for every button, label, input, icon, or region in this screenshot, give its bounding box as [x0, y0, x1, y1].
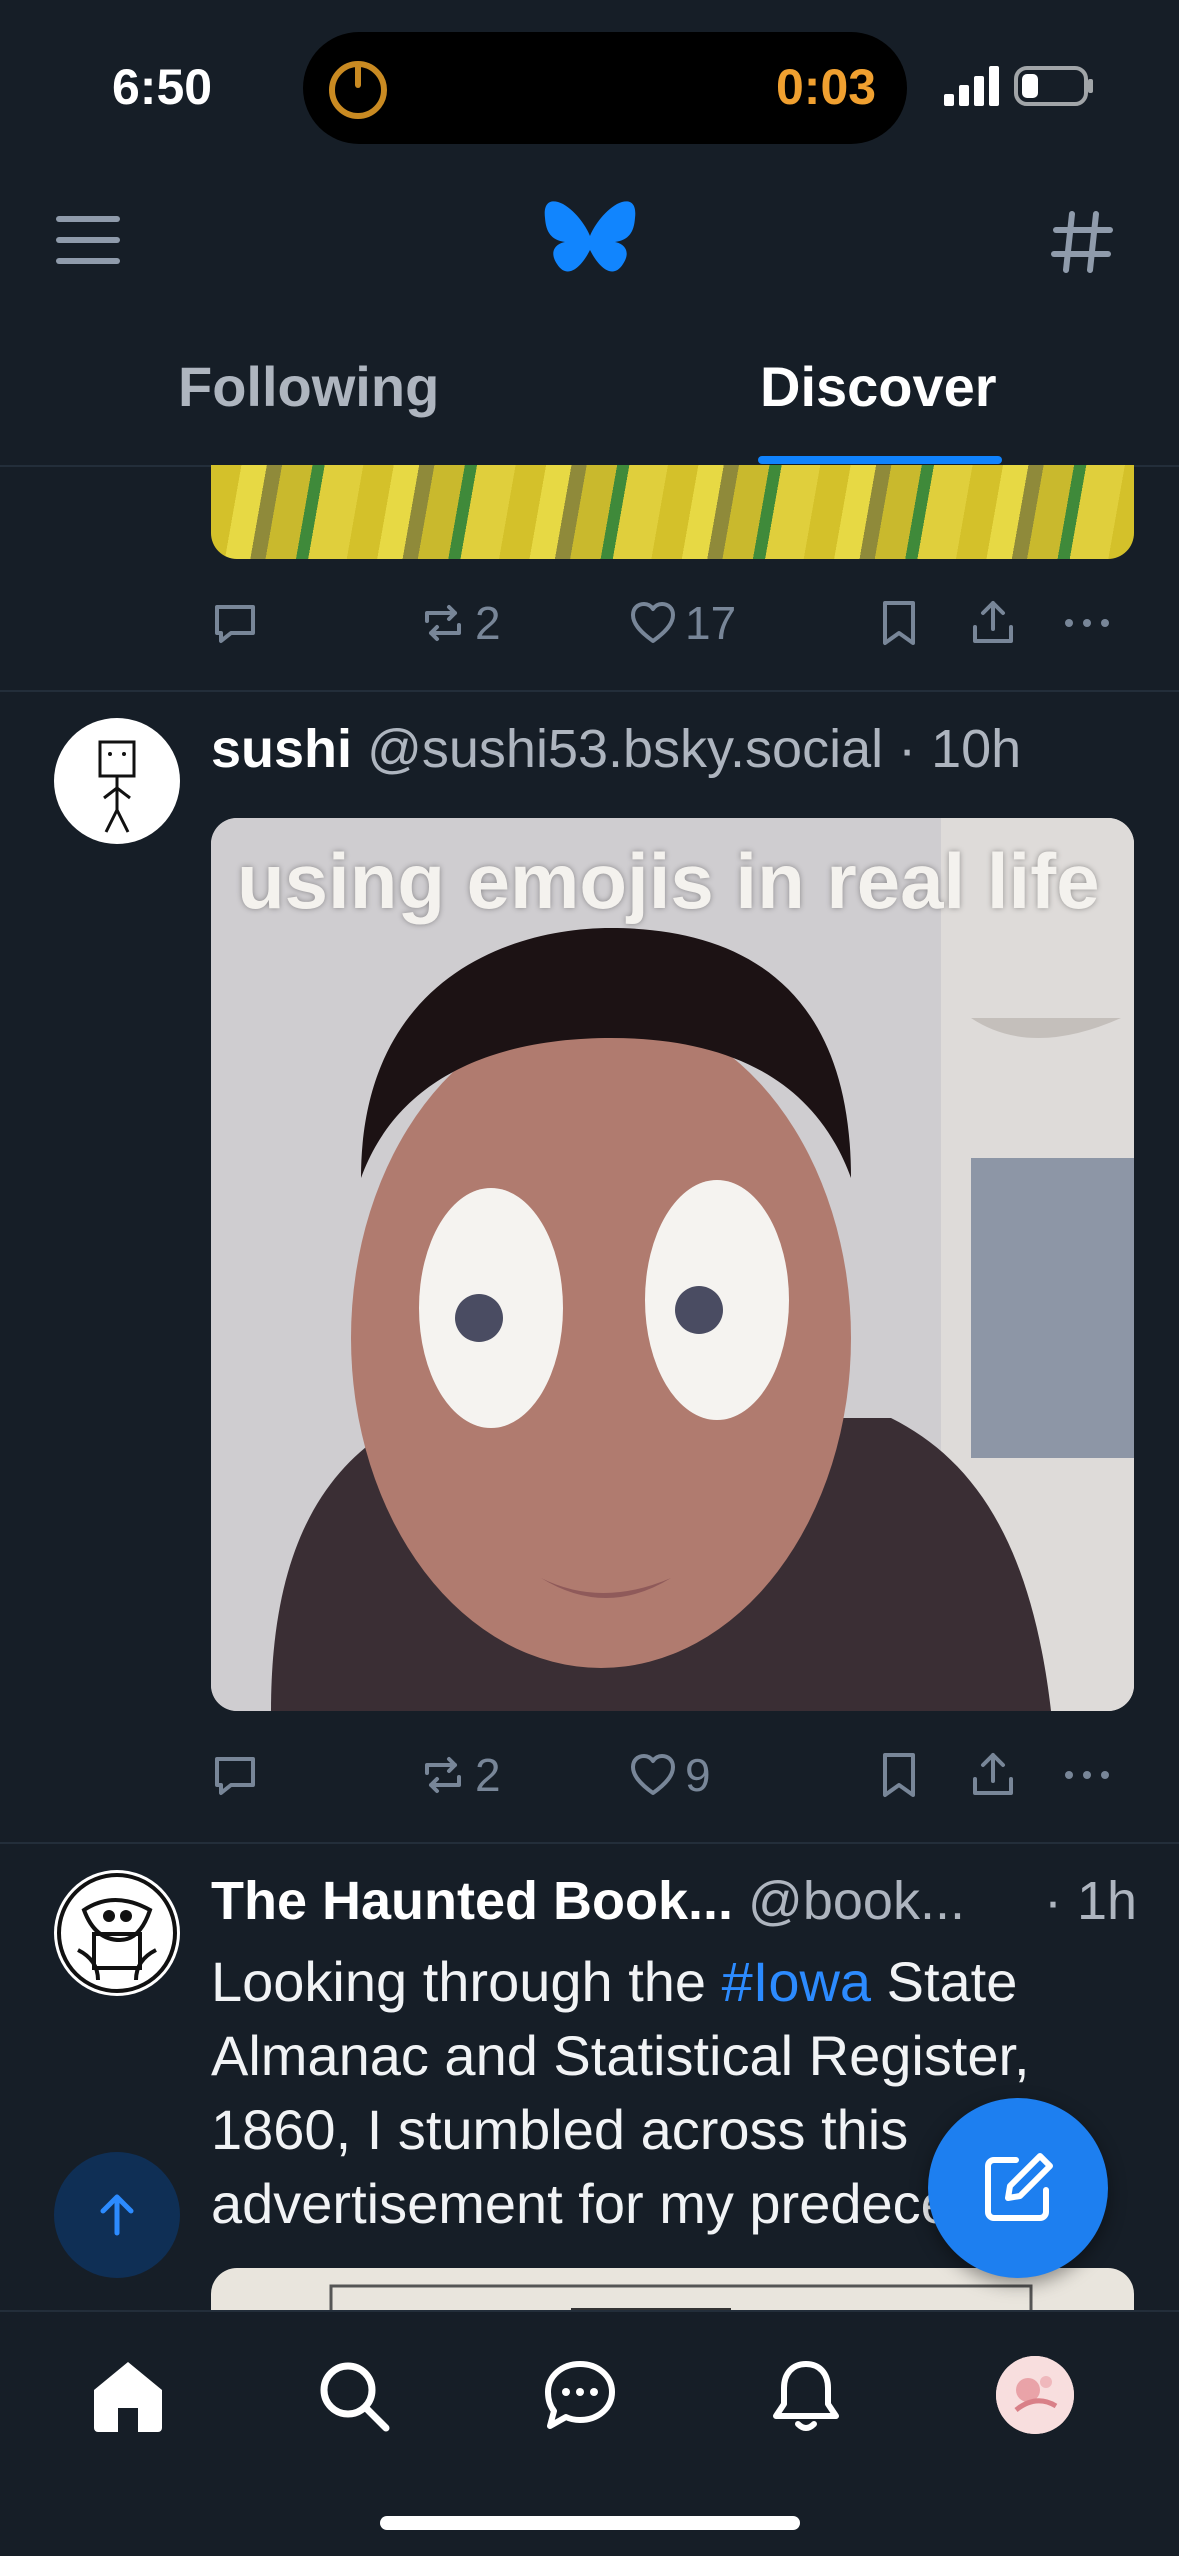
- active-tab-indicator: [758, 456, 1002, 464]
- timer-count: 0:03: [776, 59, 877, 115]
- author-name[interactable]: sushi: [211, 719, 352, 779]
- avatar[interactable]: [54, 1870, 180, 1996]
- heart-icon: [631, 1754, 675, 1795]
- like-button[interactable]: 9: [629, 1740, 711, 1810]
- like-button[interactable]: 17: [629, 588, 736, 658]
- status-time: 6:50: [112, 59, 213, 115]
- post-divider: [0, 1842, 1179, 1844]
- signal-icon: [944, 66, 999, 106]
- image-caption: using emojis in real life: [237, 837, 1100, 925]
- post-image[interactable]: using emojis in real life: [211, 818, 1134, 1711]
- reply-button[interactable]: [211, 1740, 267, 1810]
- profile-avatar[interactable]: [996, 2356, 1074, 2434]
- hashtag-link[interactable]: #Iowa: [722, 1950, 871, 2013]
- post-text-start: Looking through the: [211, 1950, 722, 2013]
- bookmark-button[interactable]: [875, 588, 923, 658]
- menu-icon[interactable]: [56, 212, 120, 268]
- more-icon: [1065, 1771, 1109, 1779]
- reply-icon: [215, 1757, 255, 1795]
- post-actions: 2 9: [211, 1740, 1134, 1810]
- battery-icon: [1014, 66, 1093, 106]
- post-time: · 10h: [898, 719, 1022, 779]
- compose-icon: [985, 2153, 1053, 2221]
- share-icon: [973, 1753, 1013, 1795]
- author-name[interactable]: The Haunted Book...: [211, 1871, 733, 1931]
- stick-figure-avatar-icon: [98, 740, 136, 833]
- butterfly-logo-icon[interactable]: [543, 198, 637, 284]
- post-time: · 1h: [1044, 1871, 1138, 1931]
- like-count: 17: [685, 597, 737, 649]
- like-count: 9: [685, 1749, 711, 1801]
- more-icon: [1065, 619, 1109, 627]
- repost-icon: [425, 605, 461, 641]
- repost-button[interactable]: 2: [419, 588, 501, 658]
- more-button[interactable]: [1063, 1740, 1111, 1810]
- post-image-partial[interactable]: [211, 465, 1134, 559]
- tab-following[interactable]: Following: [178, 354, 439, 419]
- post-actions: 2 17: [211, 588, 1134, 658]
- reply-button[interactable]: [211, 588, 267, 658]
- tab-discover[interactable]: Discover: [760, 354, 997, 419]
- post-divider: [0, 690, 1179, 692]
- repost-count: 2: [475, 1749, 501, 1801]
- notifications-icon[interactable]: [768, 2358, 844, 2434]
- arrow-up-icon: [100, 2194, 134, 2236]
- post-header: sushi @sushi53.bsky.social · 10h: [211, 718, 1021, 780]
- bookmark-icon: [883, 1753, 915, 1797]
- timer-icon: [329, 61, 387, 119]
- profile-avatar-icon: [996, 2356, 1074, 2434]
- share-button[interactable]: [969, 1740, 1017, 1810]
- more-button[interactable]: [1063, 588, 1111, 658]
- heart-icon: [631, 602, 675, 643]
- share-icon: [973, 601, 1013, 643]
- compose-button[interactable]: [928, 2098, 1108, 2278]
- scroll-to-top-button[interactable]: [54, 2152, 180, 2278]
- avatar[interactable]: [54, 718, 180, 844]
- bookmark-button[interactable]: [875, 1740, 923, 1810]
- book-illustration-avatar-icon: [57, 1873, 177, 1993]
- home-icon[interactable]: [90, 2358, 166, 2434]
- author-handle[interactable]: @sushi53.bsky.social: [367, 719, 883, 779]
- repost-count: 2: [475, 597, 501, 649]
- meme-photo: [211, 818, 1134, 1711]
- author-handle[interactable]: @book...: [748, 1871, 965, 1931]
- reply-icon: [215, 605, 255, 643]
- hashtag-icon[interactable]: [1050, 210, 1114, 274]
- home-indicator: [380, 2516, 800, 2530]
- bookmark-icon: [883, 601, 915, 645]
- post-header: The Haunted Book... @book...: [211, 1870, 965, 1932]
- repost-icon: [425, 1757, 461, 1793]
- repost-button[interactable]: 2: [419, 1740, 501, 1810]
- search-icon[interactable]: [316, 2358, 392, 2434]
- chat-icon[interactable]: [542, 2358, 618, 2434]
- share-button[interactable]: [969, 588, 1017, 658]
